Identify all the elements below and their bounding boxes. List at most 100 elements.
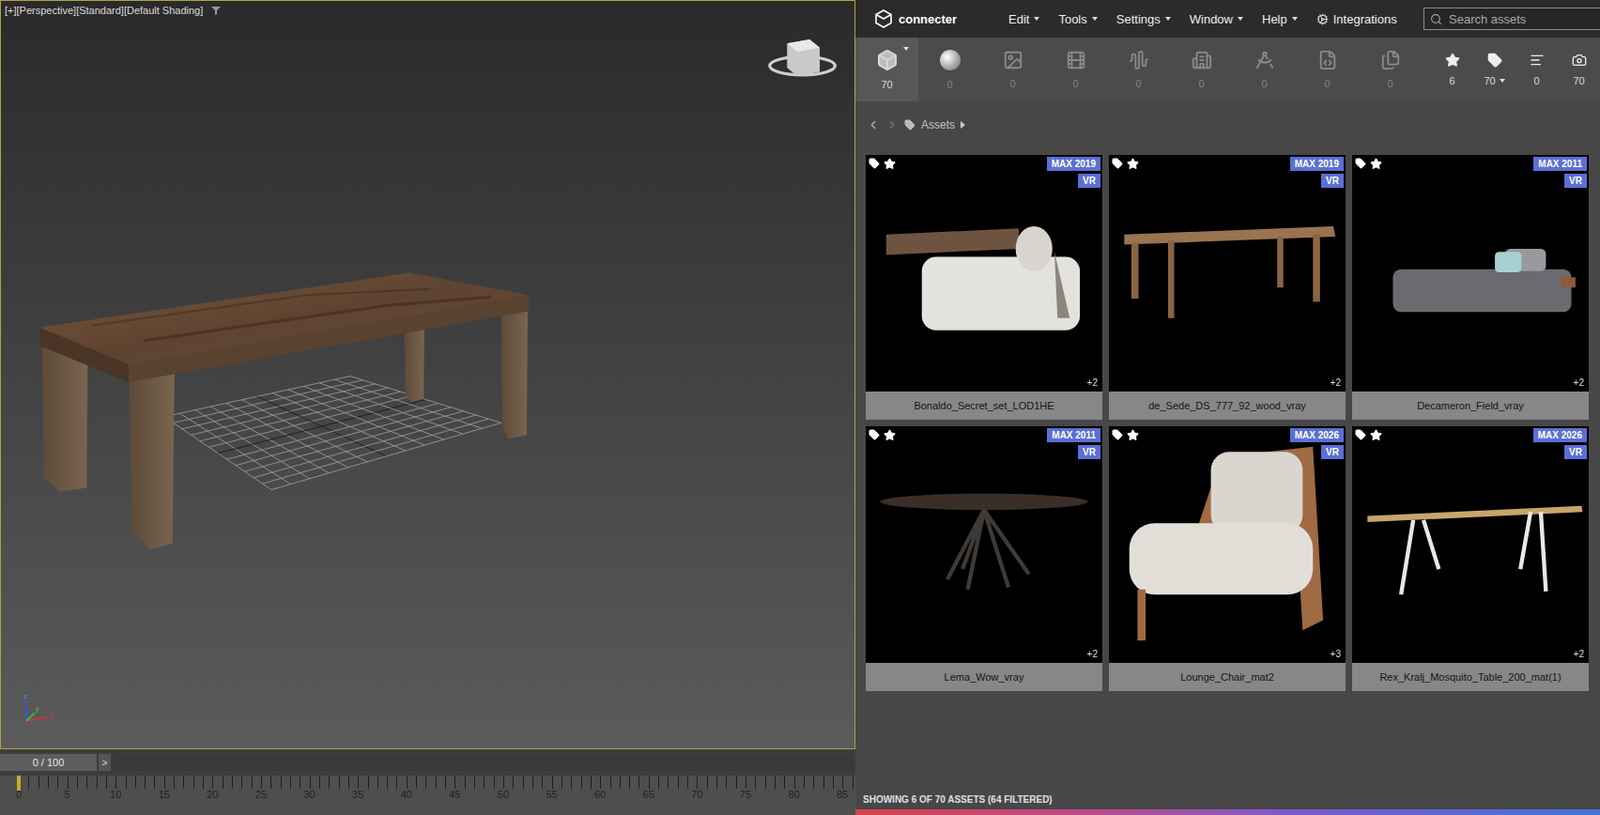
tag-icon[interactable] (1111, 429, 1124, 441)
category-tab[interactable]: 0 (1295, 37, 1359, 102)
scene-canvas[interactable]: xyz (0, 0, 855, 749)
axis-gizmo-icon: xyz (23, 692, 53, 722)
breadcrumb-item[interactable]: Assets (921, 118, 955, 132)
drafting-compass-icon (1254, 49, 1276, 71)
filter-tab[interactable]: 6 (1430, 37, 1474, 102)
asset-card[interactable]: MAX 2026VR+3Lounge_Chair_mat2 (1108, 426, 1346, 692)
star-icon[interactable] (883, 157, 896, 170)
menu-item[interactable]: Edit (1008, 12, 1040, 27)
tick-label: 80 (769, 788, 819, 800)
category-tab[interactable]: 70 (855, 37, 919, 102)
menu-item[interactable]: Help (1261, 12, 1298, 27)
category-tab[interactable]: 0 (1044, 37, 1108, 102)
star-icon[interactable] (1126, 157, 1139, 170)
renderer-badge: VR (1321, 173, 1344, 188)
asset-thumbnail[interactable]: MAX 2011VR+2 (1352, 154, 1589, 392)
next-frame-button[interactable]: > (98, 753, 111, 771)
caret-icon (1033, 16, 1040, 21)
menu-item[interactable]: Tools (1058, 12, 1097, 27)
app-window: xyz [+][Perspective][Standard][Default Sh… (0, 0, 1600, 815)
asset-card[interactable]: MAX 2011VR+2Lema_Wow_vray (865, 426, 1103, 692)
forward-icon[interactable] (885, 118, 899, 132)
asset-thumbnail[interactable]: MAX 2019VR+2 (865, 154, 1103, 392)
tick-label: 35 (333, 788, 383, 800)
svg-text:x: x (48, 712, 53, 722)
category-tab[interactable]: 0 (1232, 37, 1296, 102)
asset-thumbnail[interactable]: MAX 2019VR+2 (1108, 154, 1346, 392)
asset-preview-icon (865, 426, 1103, 663)
time-slider[interactable]: 0 / 100> (0, 753, 856, 771)
version-badge: MAX 2011 (1533, 156, 1587, 171)
star-icon[interactable] (1369, 429, 1383, 442)
menu-item[interactable]: Window (1189, 12, 1244, 27)
tick-label: 20 (188, 788, 238, 800)
filter-icon[interactable] (210, 4, 222, 16)
extra-count: +2 (1573, 377, 1585, 388)
perspective-viewport[interactable]: xyz [+][Perspective][Standard][Default Sh… (0, 0, 856, 750)
track-bar[interactable]: 0510152025303540455055606570758085 (0, 775, 856, 815)
filter-tab[interactable]: 70 (1557, 37, 1600, 102)
asset-card[interactable]: MAX 2019VR+2de_Sede_DS_777_92_wood_vray (1108, 154, 1346, 420)
version-badge: MAX 2019 (1290, 156, 1344, 171)
svg-text:z: z (23, 692, 28, 701)
renderer-badge: VR (1077, 445, 1101, 460)
tick-label: 25 (236, 788, 286, 800)
menu-item[interactable]: Settings (1116, 12, 1171, 27)
asset-name: de_Sede_DS_777_92_wood_vray (1108, 391, 1346, 420)
viewcube-icon[interactable] (769, 39, 836, 77)
asset-card[interactable]: MAX 2019VR+2Bonaldo_Secret_set_LOD1HE (865, 154, 1103, 420)
category-tab[interactable]: 0 (1169, 37, 1233, 102)
integrations-button[interactable]: Integrations (1316, 12, 1398, 27)
extra-count: +2 (1087, 377, 1098, 388)
connecter-panel: connecterEditToolsSettingsWindowHelpInte… (855, 0, 1600, 815)
track-bar-ticks (18, 775, 856, 789)
star-icon[interactable] (1369, 157, 1383, 170)
viewport-label-menu[interactable]: [Perspective] (16, 4, 77, 16)
integrations-icon (1316, 13, 1329, 26)
tag-icon[interactable] (1354, 429, 1367, 441)
videos-icon (1065, 49, 1087, 71)
search-field[interactable] (1423, 7, 1600, 31)
tag-icon (904, 119, 916, 131)
category-tab[interactable]: 0 (981, 37, 1045, 102)
tag-icon[interactable] (1111, 157, 1124, 170)
asset-thumbnail[interactable]: MAX 2026VR+2 (1352, 426, 1589, 663)
models-icon (876, 48, 899, 72)
home-grid (164, 376, 502, 491)
asset-card[interactable]: MAX 2026VR+2Rex_Kralj_Mosquito_Table_200… (1352, 426, 1589, 692)
tag-icon[interactable] (868, 429, 880, 441)
asset-thumbnail[interactable]: MAX 2026VR+3 (1108, 426, 1346, 663)
viewport-label-menu[interactable]: [Default Shading] (123, 4, 203, 16)
time-slider-thumb[interactable]: 0 / 100 (0, 753, 97, 771)
category-tab[interactable]: 0 (1107, 37, 1170, 102)
dropdown-icon[interactable] (1499, 78, 1506, 83)
asset-name: Lema_Wow_vray (865, 662, 1103, 692)
search-input[interactable] (1446, 11, 1600, 28)
caret-icon (1237, 16, 1244, 21)
tag-icon[interactable] (1354, 157, 1367, 170)
tick-label: 0 (0, 788, 44, 800)
star-icon[interactable] (883, 429, 896, 442)
tick-label: 55 (527, 788, 577, 800)
star-icon[interactable] (1126, 429, 1139, 442)
asset-name: Bonaldo_Secret_set_LOD1HE (865, 391, 1103, 420)
filter-tab[interactable]: 0 (1515, 37, 1558, 102)
tick-label: 15 (139, 788, 189, 800)
asset-thumbnail[interactable]: MAX 2011VR+2 (865, 426, 1103, 663)
viewport-label-menu[interactable]: [Standard] (76, 4, 124, 16)
back-icon[interactable] (866, 118, 880, 132)
category-tab[interactable]: 0 (1358, 37, 1422, 102)
camera-icon (1571, 52, 1587, 68)
filter-tab[interactable]: 70 (1473, 37, 1516, 102)
viewport-label-menu[interactable]: [+] (4, 4, 17, 16)
breadcrumb-caret-icon[interactable] (960, 121, 966, 129)
viewport-label: [+][Perspective][Standard][Default Shadi… (4, 4, 222, 16)
dropdown-icon[interactable] (903, 46, 909, 51)
renderer-badge: VR (1564, 445, 1587, 460)
tag-icon[interactable] (868, 157, 880, 170)
asset-card[interactable]: MAX 2011VR+2Decameron_Field_vray (1352, 154, 1589, 420)
table-model[interactable] (39, 272, 529, 550)
code-file-icon (1317, 49, 1339, 71)
tick-label: 70 (673, 788, 723, 800)
category-tab[interactable]: 0 (918, 37, 982, 102)
